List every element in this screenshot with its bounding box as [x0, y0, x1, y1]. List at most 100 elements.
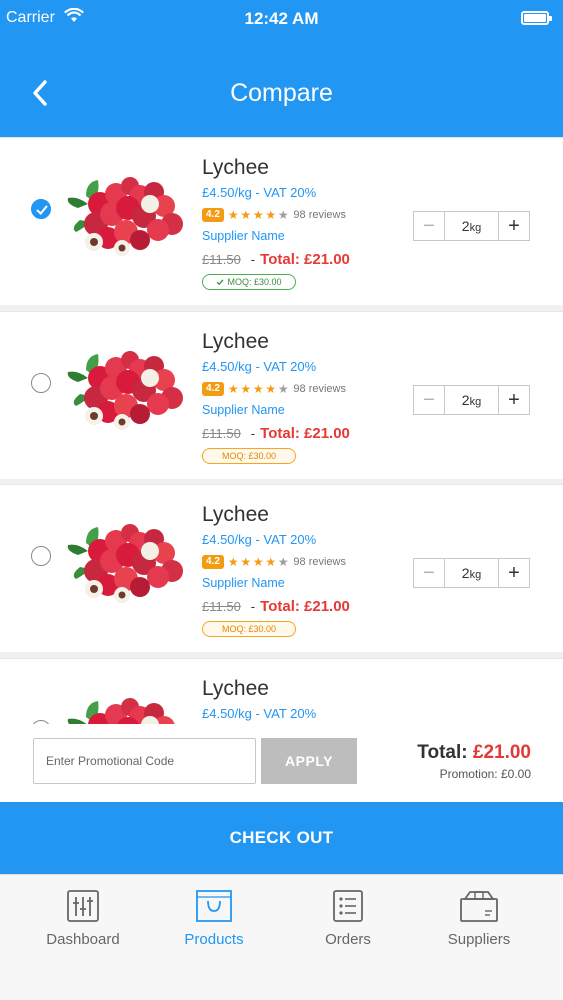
product-name: Lychee — [202, 503, 269, 526]
old-price: £11.50 — [202, 426, 241, 441]
qty-unit: kg — [469, 222, 482, 234]
status-bar: Carrier 12:42 AM — [0, 0, 563, 36]
product-compare-list[interactable]: Lychee £4.50/kg - VAT 20% 4.2 ★ ★ ★ ★ ★ 98 r… — [0, 137, 563, 724]
star-icon: ★ — [265, 382, 277, 396]
star-icon: ★ — [265, 555, 277, 569]
select-radio[interactable] — [31, 199, 51, 219]
product-name: Lychee — [202, 330, 269, 353]
increase-qty-button[interactable]: + — [498, 559, 529, 587]
tab-label: Dashboard — [46, 931, 120, 948]
unit-price: £4.50/kg - VAT 20% — [202, 532, 317, 547]
total-amount: £21.00 — [472, 742, 531, 763]
tab-dashboard[interactable]: Dashboard — [28, 889, 138, 948]
checkout-button[interactable]: CHECK OUT — [0, 802, 563, 874]
increase-qty-button[interactable]: + — [498, 386, 529, 414]
product-card: Lychee £4.50/kg - VAT 20% — [0, 658, 563, 724]
quantity-value: 2kg — [445, 559, 498, 587]
star-icon: ★ — [227, 555, 239, 569]
totals-row: £11.50 - Total: £21.00 — [202, 425, 350, 442]
star-empty-icon: ★ — [277, 382, 289, 396]
box-icon — [460, 891, 498, 922]
star-empty-icon: ★ — [277, 208, 289, 222]
lychee-image — [67, 351, 183, 430]
check-icon — [217, 279, 224, 286]
battery-icon — [521, 11, 552, 25]
rating-badge: 4.2 — [202, 382, 224, 396]
apply-promo-button[interactable]: APPLY — [261, 738, 357, 784]
tab-products[interactable]: Products — [159, 889, 269, 948]
star-icon: ★ — [227, 208, 239, 222]
unit-price: £4.50/kg - VAT 20% — [202, 706, 317, 721]
star-icon: ★ — [252, 208, 264, 222]
totals-row: £11.50 - Total: £21.00 — [202, 598, 350, 615]
star-icon: ★ — [240, 208, 252, 222]
page-title: Compare — [230, 79, 333, 107]
moq-label: MOQ: £30.00 — [221, 624, 277, 634]
qty-unit: kg — [469, 396, 482, 408]
increase-qty-button[interactable]: + — [498, 212, 529, 240]
decrease-qty-button[interactable]: − — [414, 212, 445, 240]
orders-list-icon — [333, 890, 363, 922]
grand-total: Total: £21.00 — [417, 742, 531, 764]
star-icon: ★ — [240, 555, 252, 569]
quantity-stepper: − 2kg + — [413, 558, 530, 588]
promo-code-input[interactable] — [33, 738, 256, 784]
unit-price: £4.50/kg - VAT 20% — [202, 185, 317, 200]
tab-suppliers[interactable]: Suppliers — [424, 889, 534, 948]
line-total: Total: £21.00 — [260, 251, 350, 268]
rating-badge: 4.2 — [202, 555, 224, 569]
moq-label: MOQ: £30.00 — [221, 451, 277, 461]
product-card: Lychee £4.50/kg - VAT 20% 4.2 ★ ★ ★ ★ ★ 98 r… — [0, 484, 563, 652]
price-separator: - — [250, 252, 256, 267]
star-icon: ★ — [252, 382, 264, 396]
sliders-icon — [67, 890, 99, 922]
star-icon: ★ — [252, 555, 264, 569]
line-total: Total: £21.00 — [260, 425, 350, 442]
select-radio[interactable] — [31, 373, 51, 393]
star-rating: ★ ★ ★ ★ ★ — [228, 382, 291, 396]
review-count: 98 reviews — [293, 209, 346, 221]
order-summary: APPLY Total: £21.00 Promotion: £0.00 — [0, 724, 563, 802]
product-name: Lychee — [202, 156, 269, 179]
tab-label: Orders — [325, 931, 371, 948]
check-icon — [36, 205, 48, 215]
qty-number: 2 — [461, 392, 470, 408]
lychee-image — [67, 698, 175, 724]
unit-price: £4.50/kg - VAT 20% — [202, 359, 317, 374]
product-card: Lychee £4.50/kg - VAT 20% 4.2 ★ ★ ★ ★ ★ 98 r… — [0, 137, 563, 305]
review-count: 98 reviews — [293, 383, 346, 395]
quantity-value: 2kg — [445, 386, 498, 414]
lychee-image — [67, 177, 183, 256]
price-separator: - — [250, 599, 256, 614]
supplier-link[interactable]: Supplier Name — [202, 403, 285, 417]
lychee-image — [67, 524, 183, 603]
quantity-value: 2kg — [445, 212, 498, 240]
rating-row: 4.2 ★ ★ ★ ★ ★ 98 reviews — [202, 381, 346, 397]
tab-orders[interactable]: Orders — [293, 889, 403, 948]
star-icon: ★ — [240, 382, 252, 396]
tab-label: Products — [184, 931, 244, 948]
star-rating: ★ ★ ★ ★ ★ — [228, 208, 291, 222]
bottom-tab-bar: Dashboard Products Orders Suppliers — [0, 874, 563, 1000]
rating-row: 4.2 ★ ★ ★ ★ ★ 98 reviews — [202, 554, 346, 570]
supplier-link[interactable]: Supplier Name — [202, 229, 285, 243]
star-icon: ★ — [265, 208, 277, 222]
shopping-bag-icon — [196, 890, 232, 922]
rating-row: 4.2 ★ ★ ★ ★ ★ 98 reviews — [202, 207, 346, 223]
old-price: £11.50 — [202, 252, 241, 267]
supplier-link[interactable]: Supplier Name — [202, 576, 285, 590]
line-total: Total: £21.00 — [260, 598, 350, 615]
decrease-qty-button[interactable]: − — [414, 559, 445, 587]
moq-badge: MOQ: £30.00 — [202, 621, 296, 637]
review-count: 98 reviews — [293, 556, 346, 568]
moq-label: MOQ: £30.00 — [227, 277, 282, 287]
tab-label: Suppliers — [447, 931, 511, 948]
qty-number: 2 — [461, 565, 470, 581]
qty-number: 2 — [461, 218, 470, 234]
decrease-qty-button[interactable]: − — [414, 386, 445, 414]
select-radio[interactable] — [31, 546, 51, 566]
product-card: Lychee £4.50/kg - VAT 20% 4.2 ★ ★ ★ ★ ★ 98 r… — [0, 311, 563, 479]
star-rating: ★ ★ ★ ★ ★ — [228, 555, 291, 569]
star-empty-icon: ★ — [277, 555, 289, 569]
totals-row: £11.50 - Total: £21.00 — [202, 251, 350, 268]
